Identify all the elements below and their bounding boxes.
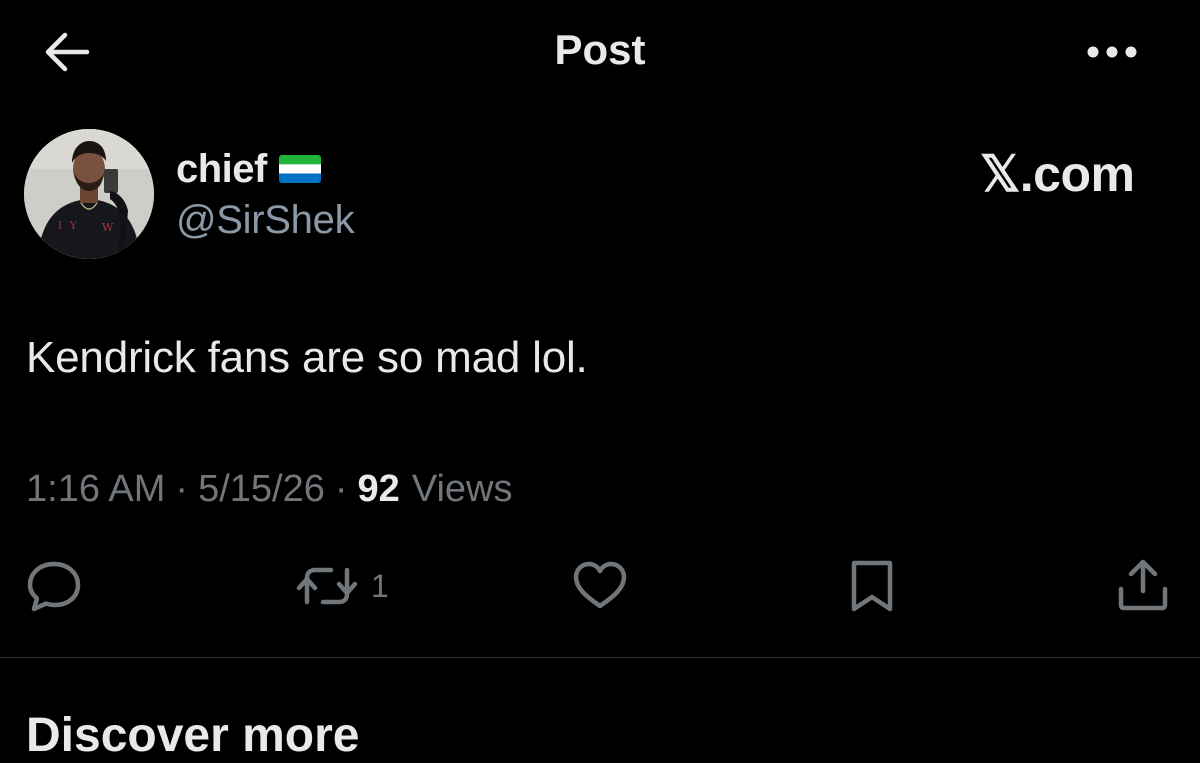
bookmark-icon — [851, 560, 893, 612]
x-com-watermark: 𝕏.com — [980, 146, 1135, 202]
page-title: Post — [554, 26, 646, 73]
display-name[interactable]: chief — [176, 147, 267, 192]
svg-text:Y: Y — [69, 221, 77, 232]
reply-bubble-icon — [27, 561, 81, 612]
avatar[interactable]: I Y W — [24, 129, 154, 259]
views-label[interactable]: Views — [412, 468, 513, 511]
reply-button[interactable] — [24, 556, 84, 616]
like-button[interactable] — [570, 556, 630, 616]
repost-count: 1 — [371, 567, 389, 604]
top-bar: Post — [0, 0, 1200, 105]
back-button[interactable] — [38, 28, 94, 76]
post-date[interactable]: 5/15/26 — [198, 468, 325, 511]
watermark-text: 𝕏.com — [980, 146, 1135, 202]
arrow-left-icon — [45, 32, 90, 72]
more-options-button[interactable] — [1080, 30, 1144, 74]
avatar-photo: I Y W — [24, 129, 154, 259]
svg-text:I: I — [58, 221, 62, 232]
svg-text:W: W — [102, 221, 114, 234]
share-button[interactable] — [1114, 556, 1172, 616]
section-divider — [0, 657, 1200, 658]
ellipsis-icon — [1087, 46, 1137, 58]
discover-more-heading: Discover more — [26, 709, 360, 762]
post-meta: 1:16 AM · 5/15/26 · 92 Views — [26, 468, 513, 511]
views-count[interactable]: 92 — [358, 468, 400, 511]
sierra-leone-flag-icon — [278, 155, 321, 183]
post-text: Kendrick fans are so mad lol. — [26, 333, 588, 382]
meta-separator: · — [334, 468, 348, 510]
heart-icon — [573, 561, 627, 609]
user-handle[interactable]: @SirShek — [176, 198, 355, 243]
bookmark-button[interactable] — [843, 556, 901, 616]
share-icon — [1118, 559, 1168, 611]
meta-separator: · — [175, 468, 189, 510]
repost-button[interactable]: 1 — [295, 556, 389, 616]
post-time[interactable]: 1:16 AM — [26, 468, 165, 511]
display-name-row[interactable]: chief — [176, 143, 321, 195]
repost-icon — [296, 567, 358, 605]
